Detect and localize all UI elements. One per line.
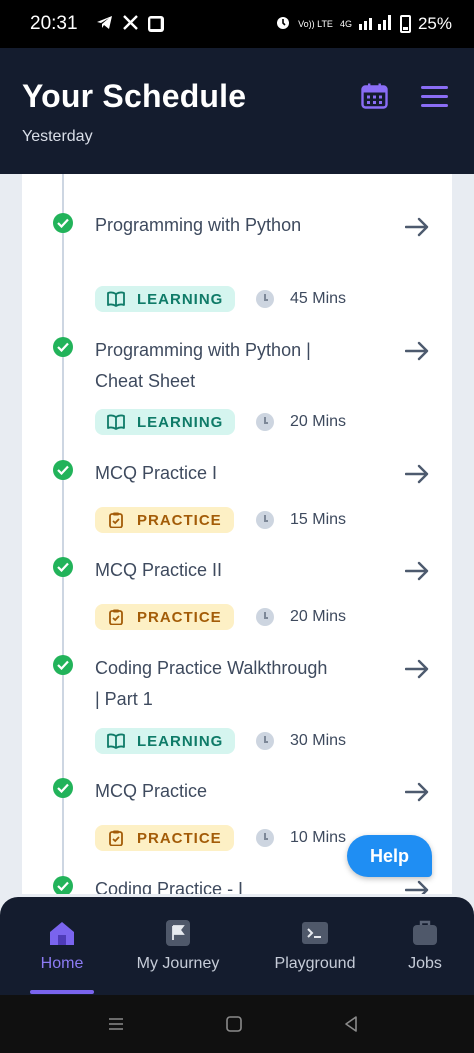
clock-icon [256, 608, 274, 626]
item-duration: 30 Mins [290, 732, 347, 749]
arrow-right-icon[interactable] [404, 341, 429, 361]
nav-home[interactable]: Home [22, 897, 102, 995]
clock-icon [256, 732, 274, 750]
battery-level: 25% [417, 14, 452, 33]
network-label: Vo)) LTE [298, 18, 333, 29]
clipboard-check-icon [109, 512, 123, 528]
briefcase-icon [413, 920, 437, 945]
schedule-list: Programming with Python LEARNING 45 Mins… [22, 174, 452, 894]
completed-check-icon [53, 460, 73, 480]
x-icon [122, 14, 138, 34]
badge-label: PRACTICE [137, 829, 222, 847]
signal-icon [358, 14, 393, 35]
page-title: Your Schedule [22, 78, 247, 114]
arrow-right-icon[interactable] [404, 880, 429, 894]
arrow-right-icon[interactable] [404, 464, 429, 484]
item-duration: 20 Mins [290, 413, 347, 430]
page-subtitle: Yesterday [22, 128, 93, 145]
active-tab-indicator [30, 990, 94, 994]
completed-check-icon [53, 337, 73, 357]
nav-jobs[interactable]: Jobs [396, 897, 454, 995]
practice-badge: PRACTICE [95, 507, 234, 533]
app-badge-icon: ◼ [147, 15, 164, 32]
learning-badge: LEARNING [95, 286, 235, 312]
clock-icon [256, 511, 274, 529]
book-icon [107, 414, 125, 430]
nav-label: Home [40, 955, 84, 972]
notification-icons: ◼ [96, 14, 164, 34]
nav-playground[interactable]: Playground [266, 897, 364, 995]
practice-badge: PRACTICE [95, 604, 234, 630]
clipboard-check-icon [109, 830, 123, 846]
nav-label: My Journey [136, 955, 220, 972]
item-title: Coding Practice - I [95, 879, 244, 894]
battery-icon [399, 15, 411, 33]
item-title: Programming with Python | Cheat Sheet [95, 340, 311, 391]
arrow-right-icon[interactable] [404, 659, 429, 679]
completed-check-icon [53, 557, 73, 577]
arrow-right-icon[interactable] [404, 782, 429, 802]
practice-badge: PRACTICE [95, 825, 234, 851]
completed-check-icon [53, 655, 73, 675]
badge-label: PRACTICE [137, 608, 222, 626]
item-duration: 45 Mins [290, 290, 347, 307]
recent-apps-icon[interactable] [107, 1015, 125, 1033]
clipboard-check-icon [109, 609, 123, 625]
home-button-icon[interactable] [225, 1015, 243, 1033]
badge-label: LEARNING [137, 732, 224, 750]
clock-icon [256, 413, 274, 431]
menu-icon[interactable] [421, 86, 448, 107]
back-icon[interactable] [342, 1015, 360, 1033]
home-icon [50, 922, 74, 945]
completed-check-icon [53, 876, 73, 894]
completed-check-icon [53, 778, 73, 798]
telegram-icon [96, 15, 113, 34]
system-nav-bar [0, 995, 474, 1053]
app-header: Your Schedule Yesterday [0, 48, 474, 174]
alarm-icon [275, 14, 291, 35]
learning-badge: LEARNING [95, 409, 235, 435]
item-title: MCQ Practice [95, 781, 208, 801]
item-duration: 15 Mins [290, 511, 347, 528]
calendar-icon[interactable] [361, 83, 388, 109]
status-time: 20:31 [30, 13, 78, 34]
system-status: Vo)) LTE 4G 25% [275, 14, 452, 35]
book-icon [107, 291, 125, 307]
badge-label: LEARNING [137, 290, 224, 308]
arrow-right-icon[interactable] [404, 561, 429, 581]
clock-icon [256, 290, 274, 308]
bottom-nav: Home My Journey Playground Jobs [0, 897, 474, 995]
flag-icon [166, 920, 190, 946]
item-duration: 10 Mins [290, 829, 347, 846]
clock-icon [256, 829, 274, 847]
arrow-right-icon[interactable] [404, 217, 429, 237]
item-title: Programming with Python [95, 215, 302, 235]
badge-label: LEARNING [137, 413, 224, 431]
item-duration: 20 Mins [290, 608, 347, 625]
nav-label: Playground [274, 955, 356, 972]
item-title: MCQ Practice II [95, 560, 223, 580]
status-bar: 20:31 ◼ Vo)) LTE 4G 25% [0, 0, 474, 48]
signal-label: 4G [339, 18, 352, 29]
book-icon [107, 733, 125, 749]
item-title: MCQ Practice I [95, 463, 218, 483]
completed-check-icon [53, 213, 73, 233]
nav-label: Jobs [408, 955, 442, 972]
item-title: Coding Practice Walkthrough | Part 1 [95, 658, 328, 709]
nav-my-journey[interactable]: My Journey [128, 897, 228, 995]
badge-label: PRACTICE [137, 511, 222, 529]
learning-badge: LEARNING [95, 728, 235, 754]
help-button[interactable]: Help [347, 835, 432, 877]
terminal-icon [302, 922, 328, 944]
